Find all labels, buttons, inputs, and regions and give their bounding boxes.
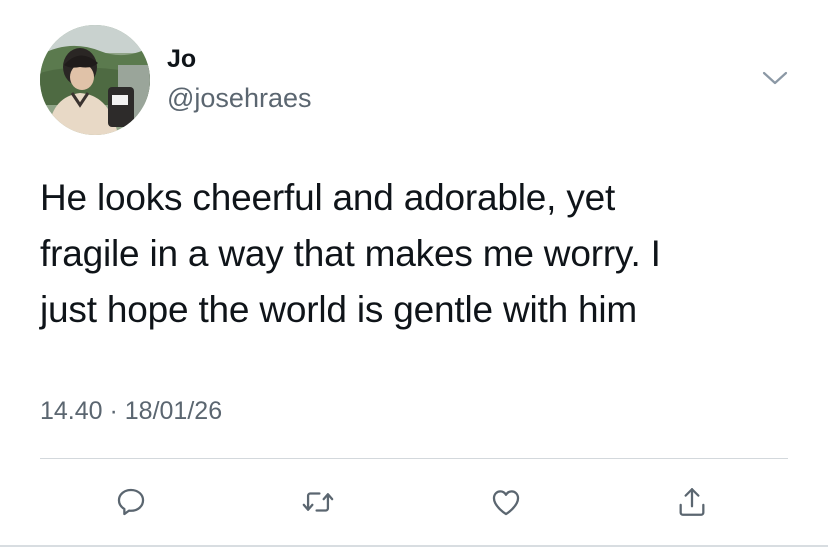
- avatar[interactable]: [40, 25, 150, 135]
- tweet-text-line: just hope the world is gentle with him: [40, 289, 638, 330]
- share-upload-icon: [679, 488, 705, 516]
- like-button[interactable]: [484, 480, 528, 524]
- user-handle[interactable]: @josehraes: [167, 82, 311, 114]
- tweet-timestamp[interactable]: 14.40 · 18/01/26: [40, 396, 222, 426]
- share-button[interactable]: [670, 480, 714, 524]
- reply-button[interactable]: [109, 480, 153, 524]
- retweet-button[interactable]: [296, 480, 340, 524]
- divider: [40, 458, 788, 459]
- speech-bubble-icon: [117, 488, 145, 516]
- tweet-text-line: fragile in a way that makes me worry. I: [40, 233, 661, 274]
- display-name[interactable]: Jo: [167, 44, 196, 74]
- heart-icon: [492, 490, 520, 516]
- tweet-text: He looks cheerful and adorable, yet frag…: [40, 170, 800, 338]
- avatar-photo: [40, 25, 150, 135]
- tweet-text-line: He looks cheerful and adorable, yet: [40, 177, 616, 218]
- retweet-arrows-icon: [302, 492, 334, 512]
- chevron-down-icon[interactable]: [762, 68, 788, 88]
